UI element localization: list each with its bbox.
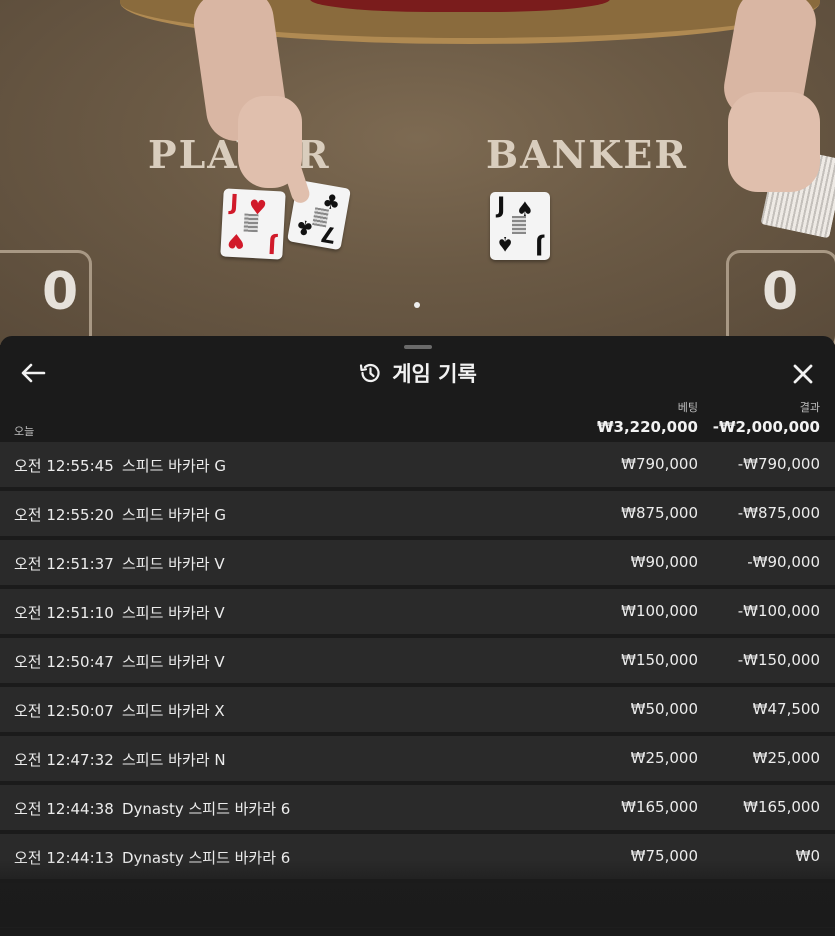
row-bet: ₩875,000 [621, 504, 698, 522]
row-game: 스피드 바카라 V [122, 555, 225, 573]
row-time: 오전 12:55:20 [14, 506, 114, 524]
history-list: 오전 12:55:45 스피드 바카라 G ₩790,000 -₩790,000… [0, 442, 835, 932]
row-game: 스피드 바카라 V [122, 604, 225, 622]
close-button[interactable] [788, 359, 818, 389]
history-row[interactable]: 오전 12:50:07 스피드 바카라 X ₩50,000 ₩47,500 [0, 687, 835, 732]
column-header-result: 결과 [799, 401, 820, 414]
row-time: 오전 12:51:37 [14, 555, 114, 573]
row-game: 스피드 바카라 X [122, 702, 225, 720]
row-time: 오전 12:50:47 [14, 653, 114, 671]
row-bet: ₩50,000 [630, 700, 698, 718]
card-rank: 7 [318, 219, 339, 248]
row-game: 스피드 바카라 G [122, 506, 226, 524]
column-header-bet: 베팅 [677, 401, 698, 414]
face-card-art [512, 216, 526, 234]
page-title: 게임 기록 [392, 362, 477, 386]
banker-card-1: J ♠ ♠ J [490, 192, 550, 260]
row-time: 오전 12:47:32 [14, 751, 114, 769]
row-bet: ₩790,000 [621, 455, 698, 473]
card-suit-club-icon: ♣ [293, 214, 316, 242]
row-game: Dynasty 스피드 바카라 6 [122, 800, 291, 818]
row-time: 오전 12:50:07 [14, 702, 114, 720]
row-result: -₩100,000 [737, 602, 820, 620]
card-rank: J [229, 190, 239, 217]
card-rank: J [497, 194, 506, 219]
drag-handle[interactable] [404, 345, 432, 349]
player-score: 0 [42, 262, 79, 322]
row-result: ₩165,000 [743, 798, 820, 816]
history-icon [360, 363, 380, 383]
row-bet: ₩90,000 [630, 553, 698, 571]
row-time: 오전 12:55:45 [14, 457, 114, 475]
row-bet: ₩25,000 [630, 749, 698, 767]
card-suit-spade-icon: ♠ [496, 232, 514, 256]
row-result: -₩90,000 [747, 553, 820, 571]
card-suit-heart-icon: ♥ [226, 228, 246, 254]
history-row[interactable]: 오전 12:51:37 스피드 바카라 V ₩90,000 -₩90,000 [0, 540, 835, 585]
row-game: 스피드 바카라 G [122, 457, 226, 475]
row-result: -₩150,000 [737, 651, 820, 669]
table-marker-dot [414, 302, 420, 308]
player-card-1: J ♥ ♥ J [220, 188, 286, 260]
close-icon [793, 364, 813, 384]
face-card-art [243, 213, 259, 233]
row-game: 스피드 바카라 N [122, 751, 226, 769]
row-bet: ₩100,000 [621, 602, 698, 620]
scroll-fade [0, 860, 835, 927]
date-group-label: 오늘 [14, 425, 35, 438]
game-history-panel: 게임 기록 베팅 결과 오늘 ₩3,220,000 -₩2,000,000 오전… [0, 336, 835, 936]
card-rank: J [534, 233, 543, 258]
history-row[interactable]: 오전 12:51:10 스피드 바카라 V ₩100,000 -₩100,000 [0, 589, 835, 634]
live-table-video: PLAYER BANKER J ♥ ♥ J ♣ ♣ 7 J ♠ ♠ J 0 0 [0, 0, 835, 345]
panel-header: 게임 기록 [0, 358, 835, 389]
history-row[interactable]: 오전 12:47:32 스피드 바카라 N ₩25,000 ₩25,000 [0, 736, 835, 781]
history-row[interactable]: 오전 12:44:38 Dynasty 스피드 바카라 6 ₩165,000 ₩… [0, 785, 835, 830]
history-row[interactable]: 오전 12:50:47 스피드 바카라 V ₩150,000 -₩150,000 [0, 638, 835, 683]
row-bet: ₩165,000 [621, 798, 698, 816]
dealer-hand-right [728, 92, 820, 192]
total-result: -₩2,000,000 [712, 418, 820, 436]
row-time: 오전 12:44:38 [14, 800, 114, 818]
row-game: 스피드 바카라 V [122, 653, 225, 671]
row-result: -₩790,000 [737, 455, 820, 473]
history-row[interactable]: 오전 12:55:45 스피드 바카라 G ₩790,000 -₩790,000 [0, 442, 835, 487]
total-bet: ₩3,220,000 [596, 418, 698, 436]
row-time: 오전 12:51:10 [14, 604, 114, 622]
row-result: -₩875,000 [737, 504, 820, 522]
row-result: ₩25,000 [752, 749, 820, 767]
row-bet: ₩150,000 [621, 651, 698, 669]
card-rank: J [267, 231, 277, 258]
row-result: ₩47,500 [752, 700, 820, 718]
history-row[interactable]: 오전 12:55:20 스피드 바카라 G ₩875,000 -₩875,000 [0, 491, 835, 536]
banker-score: 0 [762, 262, 799, 322]
banker-zone-label: BANKER [486, 132, 688, 177]
